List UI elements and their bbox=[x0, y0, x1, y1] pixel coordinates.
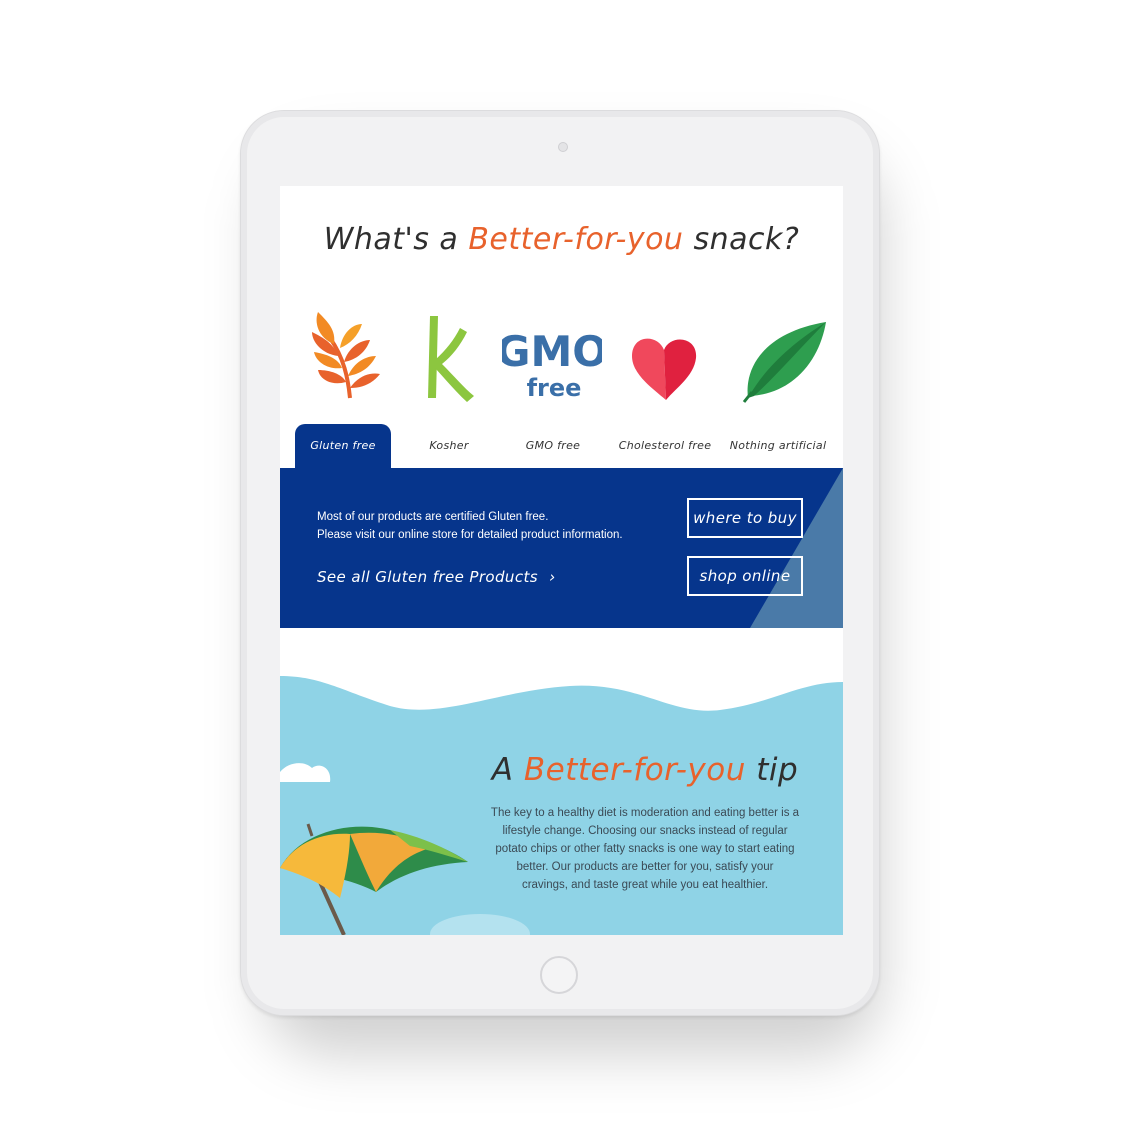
headline-suffix: snack? bbox=[683, 222, 800, 257]
see-all-products-label: See all Gluten free Products bbox=[317, 568, 538, 586]
panel-stripe bbox=[750, 468, 843, 628]
gmo-icon-text-bottom: free bbox=[527, 374, 582, 402]
tip-line-2: lifestyle change. Choosing our snacks in… bbox=[502, 825, 788, 837]
page-title: What's a Better-for-you snack? bbox=[280, 222, 843, 257]
tab-gluten-free[interactable]: Gluten free bbox=[295, 424, 391, 468]
headline-prefix: What's a bbox=[323, 222, 469, 257]
headline-accent: Better-for-you bbox=[468, 222, 684, 257]
info-panel: Most of our products are certified Glute… bbox=[280, 468, 843, 628]
wheat-icon bbox=[312, 312, 380, 399]
chevron-right-icon: › bbox=[549, 568, 556, 586]
tip-title-accent: Better-for-you bbox=[523, 752, 746, 788]
kosher-k-icon bbox=[428, 316, 474, 402]
tip-line-5: cravings, and taste great while you eat … bbox=[521, 879, 769, 891]
tip-title-suffix: tip bbox=[745, 752, 799, 788]
tab-gmo-free[interactable]: GMO free bbox=[508, 424, 598, 468]
tip-line-1: The key to a healthy diet is moderation … bbox=[490, 807, 800, 819]
tip-line-3: potato chips or other fatty snacks is on… bbox=[495, 843, 795, 855]
tab-cholesterol-free[interactable]: Cholesterol free bbox=[610, 424, 720, 468]
tip-title: A Better-for-you tip bbox=[480, 752, 810, 788]
feature-tabs: Gluten free Kosher GMO free Cholesterol … bbox=[280, 424, 843, 468]
camera-icon bbox=[558, 142, 568, 152]
shop-online-button[interactable]: shop online bbox=[687, 556, 803, 596]
tip-section: A Better-for-you tip The key to a health… bbox=[280, 676, 843, 935]
tab-nothing-artificial[interactable]: Nothing artificial bbox=[728, 424, 828, 468]
tip-line-4: better. Our products are better for you,… bbox=[516, 861, 774, 873]
heart-icon bbox=[632, 338, 697, 400]
umbrella-icon bbox=[280, 823, 468, 935]
home-button[interactable] bbox=[540, 956, 578, 994]
panel-line-1: Most of our products are certified Glute… bbox=[317, 511, 549, 523]
see-all-products-link[interactable]: See all Gluten free Products › bbox=[317, 568, 556, 586]
tablet-screen: What's a Better-for-you snack? GMO free … bbox=[280, 186, 843, 935]
gmo-icon-text-top: GMO bbox=[502, 327, 602, 376]
tip-title-prefix: A bbox=[491, 752, 524, 788]
leaf-icon bbox=[742, 322, 826, 403]
gmo-free-icon: GMO free bbox=[502, 327, 602, 402]
tab-kosher[interactable]: Kosher bbox=[404, 424, 494, 468]
where-to-buy-button[interactable]: where to buy bbox=[687, 498, 803, 538]
tip-body: The key to a healthy diet is moderation … bbox=[486, 804, 804, 894]
panel-line-2: Please visit our online store for detail… bbox=[317, 529, 623, 541]
panel-description: Most of our products are certified Glute… bbox=[317, 508, 623, 544]
